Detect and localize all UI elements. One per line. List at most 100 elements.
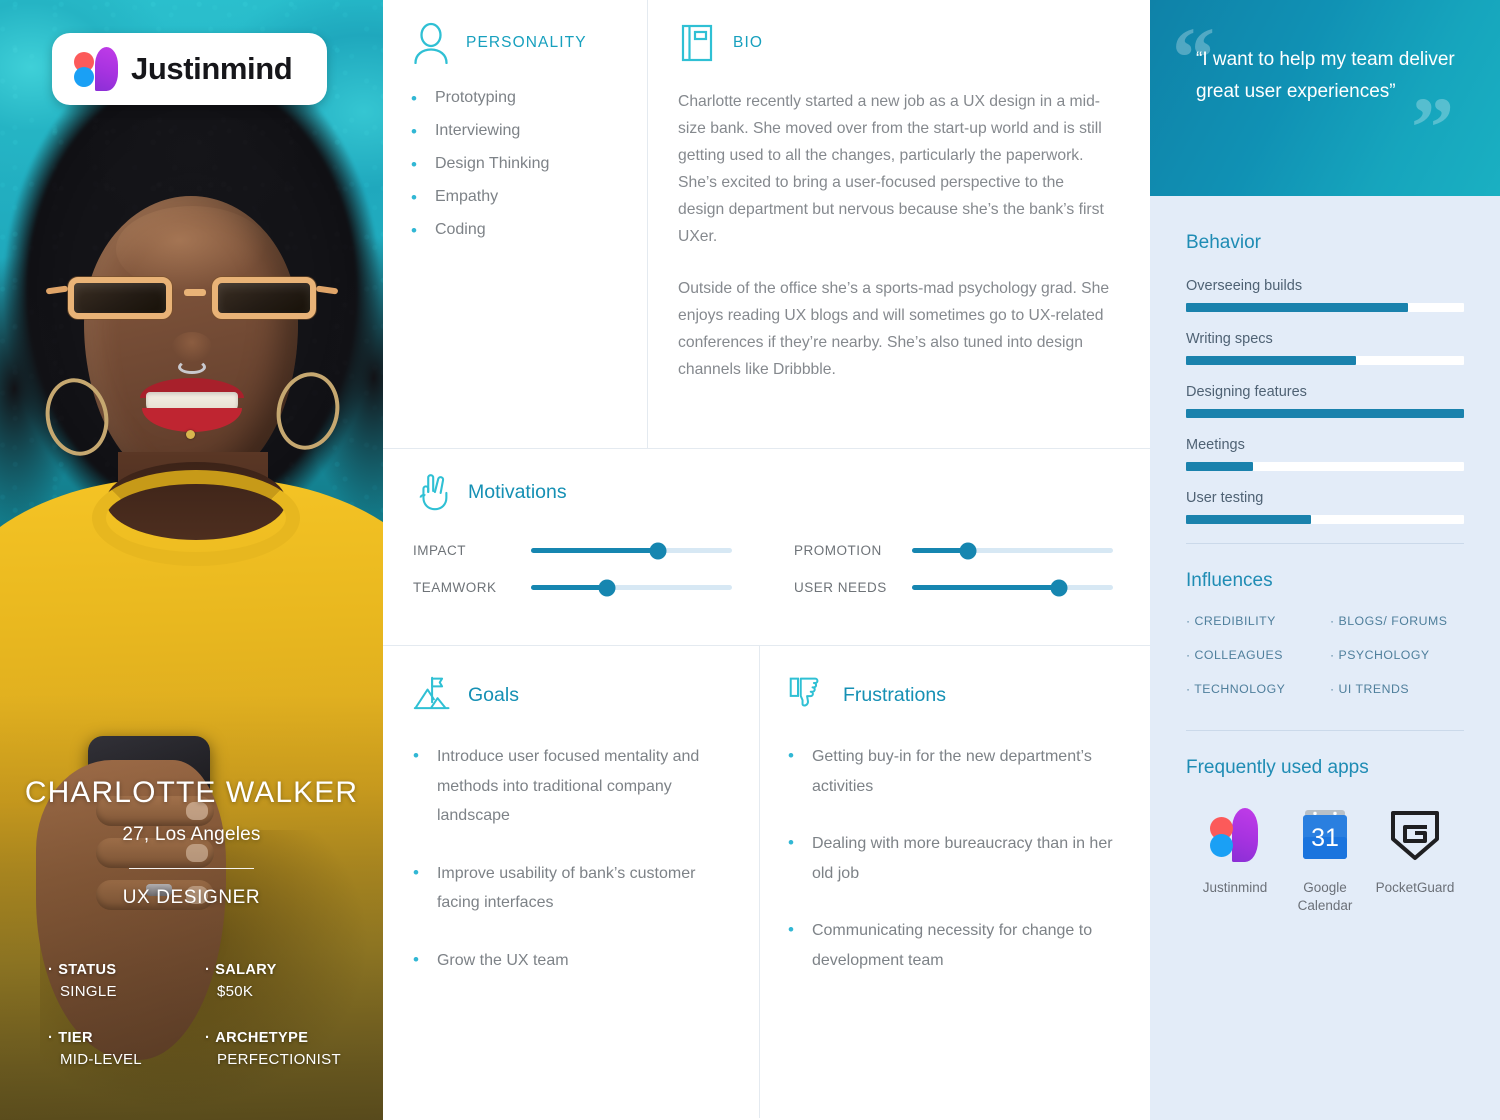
list-item: • Introduce user focused mentality and me… [413, 742, 725, 831]
goals-header: Goals [413, 674, 725, 716]
slider-track[interactable] [531, 579, 732, 596]
quote-text: “I want to help my team deliver great us… [1196, 49, 1455, 102]
sidebar: “ ” “I want to help my team deliver grea… [1150, 0, 1500, 1120]
top-row: PERSONALITY • Prototyping • Interviewing •… [383, 0, 1150, 449]
app-label: Justinmind [1202, 880, 1268, 895]
quote-section: “ ” “I want to help my team deliver grea… [1150, 0, 1500, 196]
list-item: • Design Thinking [411, 156, 647, 174]
goal-item-label: Improve usability of bank’s customer fac… [436, 864, 696, 912]
list-item: • Interviewing [411, 122, 647, 141]
slider-impact[interactable]: IMPACT [413, 542, 732, 559]
frustration-item-label: Getting buy-in for the new department’s … [811, 748, 1092, 795]
behavior-label: Meetings [1186, 437, 1245, 453]
bio-header: BIO [678, 22, 1112, 64]
frustrations-list: • Getting buy-in for the new department’s… [788, 742, 1120, 976]
slider-track[interactable] [912, 542, 1113, 559]
slider-track[interactable] [531, 542, 732, 559]
goal-item-label: Grow the UX team [436, 951, 569, 969]
persona-attributes: STATUS SINGLE SALARY $50K TIER MID-LEVEL… [48, 962, 348, 1068]
goals-title: Goals [468, 683, 519, 706]
bullet-dot: • [788, 746, 794, 765]
app-google-calendar[interactable]: 31 Google Calendar [1280, 805, 1370, 915]
app-label: PocketGuard [1375, 880, 1455, 895]
slider-label: IMPACT [413, 543, 466, 558]
bullet-dot: • [788, 833, 794, 853]
behavior-fill [1186, 409, 1464, 418]
persona-document: Justinmind CHARLOTTE WALKER 27, Los Ange… [0, 0, 1500, 1120]
bullet-dot: • [413, 949, 419, 969]
behavior-fill [1186, 515, 1312, 524]
slider-label: TEAMWORK [413, 580, 497, 595]
app-label: Google Calendar [1297, 880, 1353, 914]
behavior-item-writing-specs: Writing specs [1186, 331, 1464, 365]
personality-header: PERSONALITY [411, 22, 647, 64]
influences-list: CREDIBILITY BLOGS/ FORUMS COLLEAGUES PSY… [1186, 614, 1464, 696]
app-pocketguard[interactable]: PocketGuard [1370, 805, 1460, 915]
frustrations-header: Frustrations [788, 674, 1120, 716]
influence-item: COLLEAGUES [1186, 648, 1320, 662]
persona-role: UX DESIGNER [122, 887, 261, 908]
behavior-track [1186, 409, 1464, 418]
attribute-key: TIER [48, 1030, 191, 1046]
influence-item: TECHNOLOGY [1186, 682, 1320, 696]
list-item: • Empathy [411, 189, 647, 207]
google-calendar-icon: 31 [1280, 805, 1370, 865]
goals-section: Goals • Introduce user focused mentality … [383, 646, 760, 1118]
bullet-dot: • [413, 862, 419, 882]
slider-knob [598, 579, 616, 596]
behavior-track [1186, 356, 1464, 365]
logo-leaf-shape [95, 47, 118, 91]
influences-title: Influences [1186, 570, 1273, 591]
behavior-title: Behavior [1186, 232, 1261, 253]
bullet-dot: • [411, 122, 417, 141]
slider-user-needs[interactable]: USER NEEDS [794, 579, 1113, 596]
attribute-value: SINGLE [60, 983, 117, 1000]
slider-label: USER NEEDS [794, 580, 887, 595]
apps-list: Justinmind 31 Google Calendar PocketGuar… [1186, 805, 1464, 915]
slider-track[interactable] [912, 579, 1113, 596]
personality-item-label: Coding [434, 221, 486, 238]
bio-title: BIO [733, 34, 764, 51]
main-content: PERSONALITY • Prototyping • Interviewing •… [383, 0, 1150, 1120]
frustrations-section: Frustrations • Getting buy-in for the new… [760, 646, 1150, 1118]
persona-name: CHARLOTTE WALKER [24, 776, 359, 809]
attribute-value: PERFECTIONIST [217, 1051, 341, 1068]
pocketguard-shield-icon [1370, 805, 1460, 865]
apps-section: Frequently used apps Justinmind 31 Googl… [1150, 731, 1500, 915]
justinmind-app-icon [1190, 805, 1280, 865]
slider-fill [912, 585, 1059, 590]
list-item: • Coding [411, 221, 647, 240]
list-item: • Grow the UX team [413, 946, 725, 976]
personality-section: PERSONALITY • Prototyping • Interviewing •… [383, 0, 648, 448]
behavior-section: Behavior Overseeing builds Writing specs… [1150, 196, 1500, 524]
frustration-item-label: Communicating necessity for change to de… [811, 922, 1093, 969]
behavior-item-designing-features: Designing features [1186, 384, 1464, 418]
goals-list: • Introduce user focused mentality and me… [413, 742, 725, 976]
attribute-tier: TIER MID-LEVEL [48, 1030, 191, 1068]
slider-knob [649, 542, 667, 559]
influences-section: Influences CREDIBILITY BLOGS/ FORUMS COL… [1150, 544, 1500, 696]
behavior-label: Writing specs [1186, 331, 1273, 347]
influence-item: BLOGS/ FORUMS [1330, 614, 1464, 628]
bio-paragraph-1: Charlotte recently started a new job as … [678, 93, 1104, 245]
persona-photo-panel: Justinmind CHARLOTTE WALKER 27, Los Ange… [0, 0, 383, 1120]
behavior-fill [1186, 356, 1356, 365]
influence-item: CREDIBILITY [1186, 614, 1320, 628]
bullet-dot: • [411, 221, 417, 240]
motivations-header: Motivations [413, 471, 1150, 513]
list-item: • Improve usability of bank’s customer fa… [413, 859, 725, 918]
slider-teamwork[interactable]: TEAMWORK [413, 579, 732, 596]
slider-promotion[interactable]: PROMOTION [794, 542, 1113, 559]
list-item: • Prototyping [411, 89, 647, 108]
app-justinmind[interactable]: Justinmind [1190, 805, 1280, 915]
bottom-row: Goals • Introduce user focused mentality … [383, 646, 1150, 1118]
logo-circle-blue [74, 67, 94, 87]
brand-logo[interactable]: Justinmind [52, 33, 327, 105]
personality-item-label: Prototyping [434, 89, 516, 106]
attribute-value: $50K [217, 983, 254, 1000]
peace-hand-icon [419, 474, 448, 511]
behavior-label: Designing features [1186, 384, 1307, 400]
apps-title: Frequently used apps [1186, 757, 1369, 778]
behavior-track [1186, 462, 1464, 471]
list-item: • Dealing with more bureaucracy than in h… [788, 829, 1120, 888]
